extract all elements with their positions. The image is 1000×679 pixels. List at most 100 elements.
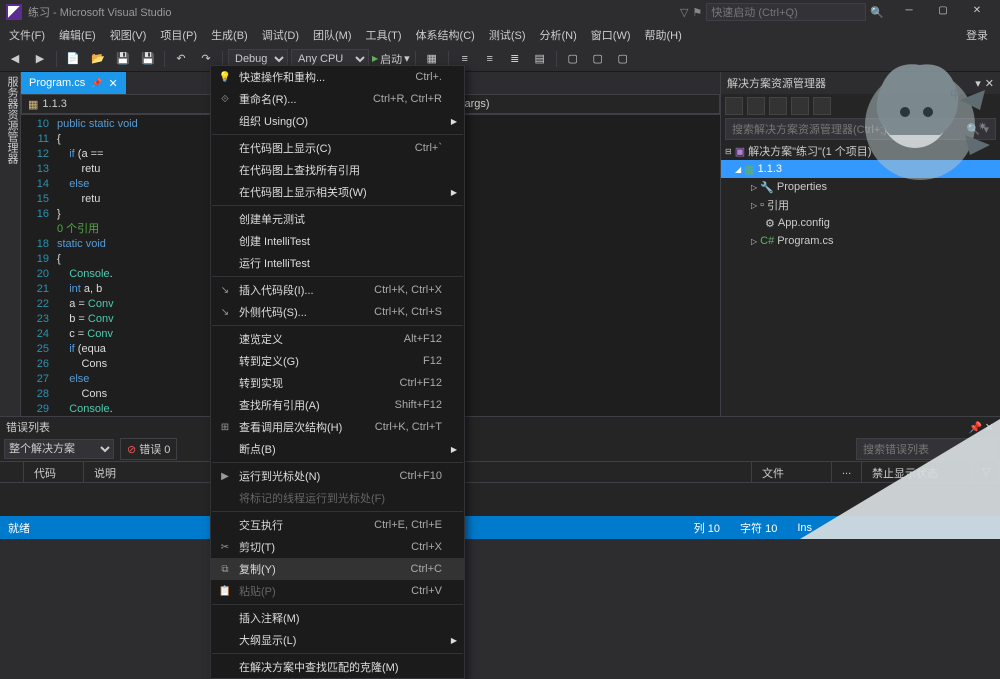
context-item[interactable]: 💡快速操作和重构...Ctrl+. — [211, 66, 464, 88]
show-all-icon[interactable] — [791, 97, 809, 115]
menu-analyze[interactable]: 分析(N) — [533, 24, 584, 46]
col-file[interactable]: 文件 — [752, 462, 832, 482]
col-suppress[interactable]: 禁止显示状态 — [862, 462, 972, 482]
properties-icon[interactable] — [813, 97, 831, 115]
tree-node[interactable]: ⚙App.config — [721, 214, 1000, 232]
collapse-icon[interactable] — [769, 97, 787, 115]
errors-filter[interactable]: ⊘错误 0 — [120, 438, 177, 460]
window-title: 练习 - Microsoft Visual Studio — [28, 4, 680, 20]
pin-icon[interactable]: 📌 — [91, 78, 102, 89]
menu-help[interactable]: 帮助(H) — [638, 24, 689, 46]
error-list-title: 错误列表 — [6, 419, 50, 435]
menu-window[interactable]: 窗口(W) — [584, 24, 638, 46]
context-item[interactable]: 大纲显示(L)▶ — [211, 629, 464, 651]
menu-view[interactable]: 视图(V) — [103, 24, 154, 46]
file-tab[interactable]: Program.cs 📌 ✕ — [21, 72, 126, 94]
error-search-input[interactable]: 搜索错误列表 — [856, 438, 996, 460]
open-button[interactable]: 📂 — [87, 48, 109, 70]
context-item[interactable]: ⟐重命名(R)...Ctrl+R, Ctrl+R — [211, 88, 464, 110]
context-item[interactable]: 将标记的线程运行到光标处(F) — [211, 487, 464, 509]
error-list-panel: 错误列表 📌 ✕ 整个解决方案 ⊘错误 0 搜索错误列表 代码 说明 文件 ..… — [0, 416, 1000, 516]
menu-test[interactable]: 测试(S) — [482, 24, 533, 46]
status-col: 列 10 — [694, 520, 720, 536]
menu-team[interactable]: 团队(M) — [306, 24, 359, 46]
search-icon[interactable]: 🔍 — [870, 6, 884, 19]
context-item[interactable]: 转到实现Ctrl+F12 — [211, 372, 464, 394]
col-code[interactable]: 代码 — [24, 462, 84, 482]
toolbar-btn[interactable]: ≣ — [504, 48, 526, 70]
tree-node[interactable]: ▷C#Program.cs — [721, 232, 1000, 250]
solution-tree[interactable]: ⊟▣解决方案"练习"(1 个项目) ◢▦1.1.3 ▷🔧Properties ▷… — [721, 140, 1000, 442]
context-item[interactable]: 创建单元测试 — [211, 208, 464, 230]
context-item[interactable]: 组织 Using(O)▶ — [211, 110, 464, 132]
menu-file[interactable]: 文件(F) — [2, 24, 52, 46]
menu-build[interactable]: 生成(B) — [204, 24, 255, 46]
context-item[interactable]: ▶运行到光标处(N)Ctrl+F10 — [211, 465, 464, 487]
context-item[interactable]: ⧉复制(Y)Ctrl+C — [211, 558, 464, 580]
minimize-button[interactable]: ─ — [892, 0, 926, 24]
close-button[interactable]: ✕ — [960, 0, 994, 24]
col-icon[interactable] — [0, 462, 24, 482]
back-button[interactable]: ◀ — [4, 48, 26, 70]
toolbar-btn[interactable]: ▤ — [529, 48, 551, 70]
context-item[interactable]: 📋粘贴(P)Ctrl+V — [211, 580, 464, 602]
vs-logo-icon — [6, 4, 22, 20]
panel-title: 解决方案资源管理器 — [727, 75, 826, 91]
menu-architecture[interactable]: 体系结构(C) — [409, 24, 482, 46]
filter-icon[interactable]: ▽ — [972, 462, 1000, 482]
project-node[interactable]: ◢▦1.1.3 — [721, 160, 1000, 178]
notification-icon[interactable]: ▽ — [680, 6, 688, 19]
undo-button[interactable]: ↶ — [170, 48, 192, 70]
save-button[interactable]: 💾 — [112, 48, 134, 70]
quick-launch-input[interactable]: 快速启动 (Ctrl+Q) — [706, 3, 866, 21]
context-item[interactable]: ↘外侧代码(S)...Ctrl+K, Ctrl+S — [211, 301, 464, 323]
solution-root[interactable]: ⊟▣解决方案"练习"(1 个项目) — [721, 142, 1000, 160]
error-columns: 代码 说明 文件 ... 禁止显示状态 ▽ — [0, 461, 1000, 483]
context-item[interactable]: 运行 IntelliTest — [211, 252, 464, 274]
context-item[interactable]: 断点(B)▶ — [211, 438, 464, 460]
sign-in-button[interactable]: 登录 — [956, 24, 998, 46]
close-panel-icon[interactable]: ✕ — [985, 77, 994, 90]
context-menu[interactable]: 💡快速操作和重构...Ctrl+.⟐重命名(R)...Ctrl+R, Ctrl+… — [210, 65, 465, 679]
tab-label: Program.cs — [29, 77, 85, 89]
tree-node[interactable]: ▷▫引用 — [721, 196, 1000, 214]
toolbar-btn[interactable]: ≡ — [479, 48, 501, 70]
server-explorer-tab[interactable]: 服务器资源管理器 — [0, 72, 21, 442]
flag-icon[interactable]: ⚑ — [692, 6, 702, 19]
menu-edit[interactable]: 编辑(E) — [52, 24, 103, 46]
close-tab-icon[interactable]: ✕ — [108, 77, 117, 90]
menu-tools[interactable]: 工具(T) — [359, 24, 409, 46]
context-item[interactable]: 在代码图上查找所有引用 — [211, 159, 464, 181]
menu-project[interactable]: 项目(P) — [153, 24, 204, 46]
context-item[interactable]: ✂剪切(T)Ctrl+X — [211, 536, 464, 558]
forward-button[interactable]: ▶ — [29, 48, 51, 70]
solution-explorer: 解决方案资源管理器 ▾ ✕ 搜索解决方案资源管理器(Ctrl+;)🔍 ▾ ⊟▣解决… — [720, 72, 1000, 442]
toolbar-btn[interactable]: ▢ — [612, 48, 634, 70]
context-item[interactable]: 速览定义Alt+F12 — [211, 328, 464, 350]
scope-select[interactable]: 整个解决方案 — [4, 439, 114, 459]
pin-icon[interactable]: 📌 — [969, 422, 983, 434]
context-item[interactable]: ⊞查看调用层次结构(H)Ctrl+K, Ctrl+T — [211, 416, 464, 438]
maximize-button[interactable]: ▢ — [926, 0, 960, 24]
status-ready: 就绪 — [8, 520, 30, 536]
toolbar-btn[interactable]: ▢ — [562, 48, 584, 70]
context-item[interactable]: 在代码图上显示相关项(W)▶ — [211, 181, 464, 203]
context-item[interactable]: 在代码图上显示(C)Ctrl+` — [211, 137, 464, 159]
context-item[interactable]: 查找所有引用(A)Shift+F12 — [211, 394, 464, 416]
context-item[interactable]: 转到定义(G)F12 — [211, 350, 464, 372]
new-file-button[interactable]: 📄 — [62, 48, 84, 70]
context-item[interactable]: 插入注释(M) — [211, 607, 464, 629]
context-item[interactable]: 在解决方案中查找匹配的克隆(M) — [211, 656, 464, 678]
tree-node[interactable]: ▷🔧Properties — [721, 178, 1000, 196]
home-icon[interactable] — [725, 97, 743, 115]
refresh-icon[interactable] — [747, 97, 765, 115]
panel-menu-icon[interactable]: ▾ — [975, 77, 981, 90]
context-item[interactable]: 交互执行Ctrl+E, Ctrl+E — [211, 514, 464, 536]
close-icon[interactable]: ✕ — [985, 422, 994, 434]
menu-debug[interactable]: 调试(D) — [255, 24, 306, 46]
solution-search-input[interactable]: 搜索解决方案资源管理器(Ctrl+;)🔍 ▾ — [725, 118, 996, 140]
context-item[interactable]: ↘插入代码段(I)...Ctrl+K, Ctrl+X — [211, 279, 464, 301]
toolbar-btn[interactable]: ▢ — [587, 48, 609, 70]
save-all-button[interactable]: 💾 — [137, 48, 159, 70]
context-item[interactable]: 创建 IntelliTest — [211, 230, 464, 252]
